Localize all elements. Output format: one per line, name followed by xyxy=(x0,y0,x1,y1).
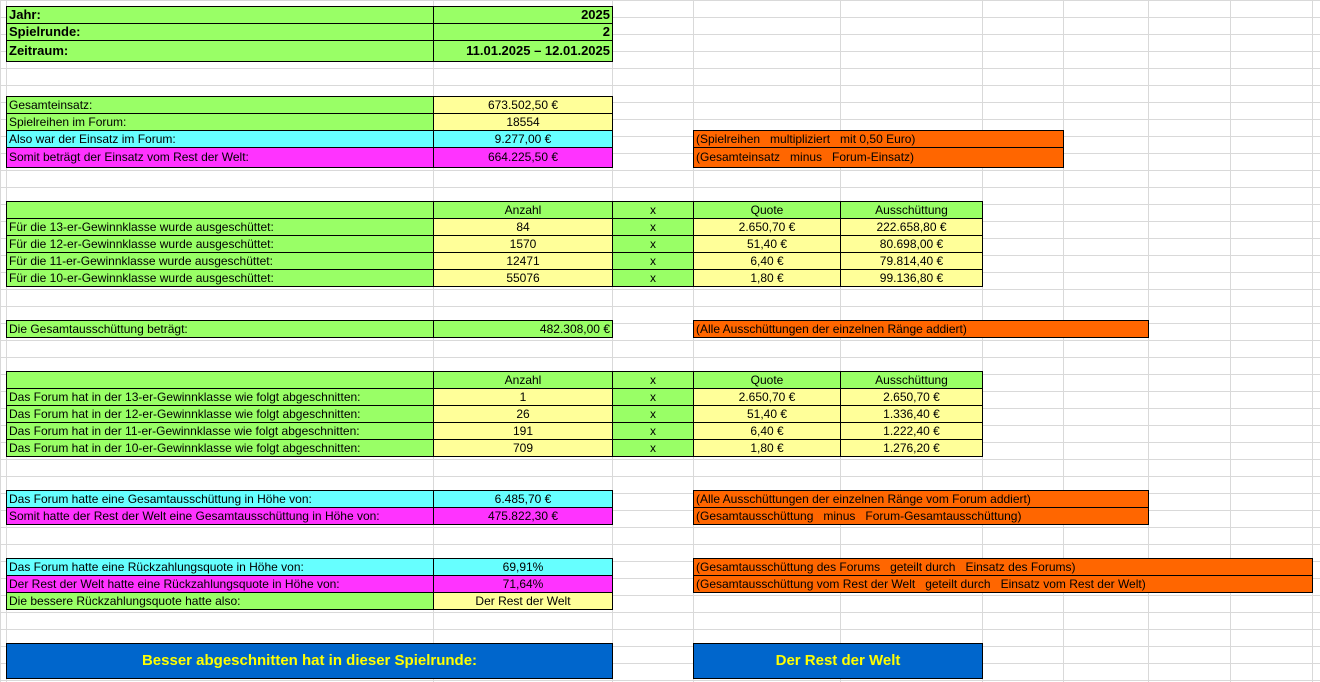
gesamt-row-10-aus[interactable]: 99.136,80 € xyxy=(840,269,983,287)
gesamteinsatz-value[interactable]: 673.502,50 € xyxy=(433,96,613,114)
result-label[interactable]: Besser abgeschnitten hat in dieser Spiel… xyxy=(6,643,613,679)
forum-gesamtaus-note[interactable]: (Alle Ausschüttungen der einzelnen Ränge… xyxy=(693,490,1149,508)
forum-row-11-aus[interactable]: 1.222,40 € xyxy=(840,422,983,440)
gesamt-row-12-quote[interactable]: 51,40 € xyxy=(693,235,841,253)
spielreihen-label[interactable]: Spielreihen im Forum: xyxy=(6,113,434,131)
forum-header-blank[interactable] xyxy=(6,371,434,389)
rest-quote-label[interactable]: Der Rest der Welt hatte eine Rückzahlung… xyxy=(6,575,434,593)
bessere-quote-value[interactable]: Der Rest der Welt xyxy=(433,592,613,610)
forum-header-x[interactable]: x xyxy=(612,371,694,389)
gesamt-header-blank[interactable] xyxy=(6,201,434,219)
rest-gesamtaus-note[interactable]: (Gesamtausschüttung minus Forum-Gesamtau… xyxy=(693,507,1149,525)
gesamteinsatz-label[interactable]: Gesamteinsatz: xyxy=(6,96,434,114)
gesamt-row-13-quote[interactable]: 2.650,70 € xyxy=(693,218,841,236)
rest-gesamtaus-value[interactable]: 475.822,30 € xyxy=(433,507,613,525)
forum-row-10-aus[interactable]: 1.276,20 € xyxy=(840,439,983,457)
forum-header-quote[interactable]: Quote xyxy=(693,371,841,389)
gesamt-row-11-label[interactable]: Für die 11-er-Gewinnklasse wurde ausgesc… xyxy=(6,252,434,270)
gesamt-row-13-aus[interactable]: 222.658,80 € xyxy=(840,218,983,236)
rest-quote-value[interactable]: 71,64% xyxy=(433,575,613,593)
gesamt-row-13-label[interactable]: Für die 13-er-Gewinnklasse wurde ausgesc… xyxy=(6,218,434,236)
einsatz-rest-value[interactable]: 664.225,50 € xyxy=(433,147,613,168)
spielrunde-label[interactable]: Spielrunde: xyxy=(6,23,434,41)
forum-row-12-quote[interactable]: 51,40 € xyxy=(693,405,841,423)
forum-row-11-x[interactable]: x xyxy=(612,422,694,440)
forum-gesamtaus-label[interactable]: Das Forum hatte eine Gesamtausschüttung … xyxy=(6,490,434,508)
forum-row-12-x[interactable]: x xyxy=(612,405,694,423)
forum-header-ausschuettung[interactable]: Ausschüttung xyxy=(840,371,983,389)
gesamt-row-11-aus[interactable]: 79.814,40 € xyxy=(840,252,983,270)
jahr-value[interactable]: 2025 xyxy=(433,6,613,24)
gesamt-row-12-label[interactable]: Für die 12-er-Gewinnklasse wurde ausgesc… xyxy=(6,235,434,253)
forum-row-12-anzahl[interactable]: 26 xyxy=(433,405,613,423)
gesamt-row-10-label[interactable]: Für die 10-er-Gewinnklasse wurde ausgesc… xyxy=(6,269,434,287)
forum-row-11-label[interactable]: Das Forum hat in der 11-er-Gewinnklasse … xyxy=(6,422,434,440)
forum-row-10-quote[interactable]: 1,80 € xyxy=(693,439,841,457)
zeitraum-label[interactable]: Zeitraum: xyxy=(6,40,434,62)
forum-quote-value[interactable]: 69,91% xyxy=(433,558,613,576)
rest-quote-note[interactable]: (Gesamtausschüttung vom Rest der Welt ge… xyxy=(693,575,1313,593)
forum-row-10-anzahl[interactable]: 709 xyxy=(433,439,613,457)
forum-header-anzahl[interactable]: Anzahl xyxy=(433,371,613,389)
bessere-quote-label[interactable]: Die bessere Rückzahlungsquote hatte also… xyxy=(6,592,434,610)
gesamtausschuettung-label[interactable]: Die Gesamtausschüttung beträgt: xyxy=(6,320,434,338)
forum-row-12-label[interactable]: Das Forum hat in der 12-er-Gewinnklasse … xyxy=(6,405,434,423)
forum-row-13-aus[interactable]: 2.650,70 € xyxy=(840,388,983,406)
forum-quote-label[interactable]: Das Forum hatte eine Rückzahlungsquote i… xyxy=(6,558,434,576)
gesamt-row-12-aus[interactable]: 80.698,00 € xyxy=(840,235,983,253)
gesamt-row-11-x[interactable]: x xyxy=(612,252,694,270)
forum-row-10-x[interactable]: x xyxy=(612,439,694,457)
gesamt-row-11-quote[interactable]: 6,40 € xyxy=(693,252,841,270)
gesamt-row-12-x[interactable]: x xyxy=(612,235,694,253)
jahr-label[interactable]: Jahr: xyxy=(6,6,434,24)
result-value[interactable]: Der Rest der Welt xyxy=(693,643,983,679)
gesamt-header-quote[interactable]: Quote xyxy=(693,201,841,219)
spielrunde-value[interactable]: 2 xyxy=(433,23,613,41)
forum-row-13-anzahl[interactable]: 1 xyxy=(433,388,613,406)
gesamt-row-10-anzahl[interactable]: 55076 xyxy=(433,269,613,287)
einsatz-rest-note[interactable]: (Gesamteinsatz minus Forum-Einsatz) xyxy=(693,147,1064,168)
gesamt-header-x[interactable]: x xyxy=(612,201,694,219)
gesamt-row-11-anzahl[interactable]: 12471 xyxy=(433,252,613,270)
spielreihen-value[interactable]: 18554 xyxy=(433,113,613,131)
einsatz-forum-value[interactable]: 9.277,00 € xyxy=(433,130,613,148)
gesamt-row-10-x[interactable]: x xyxy=(612,269,694,287)
gesamtausschuettung-value[interactable]: 482.308,00 € xyxy=(433,320,613,338)
forum-row-10-label[interactable]: Das Forum hat in der 10-er-Gewinnklasse … xyxy=(6,439,434,457)
forum-row-11-quote[interactable]: 6,40 € xyxy=(693,422,841,440)
forum-row-13-label[interactable]: Das Forum hat in der 13-er-Gewinnklasse … xyxy=(6,388,434,406)
forum-row-13-x[interactable]: x xyxy=(612,388,694,406)
gesamt-header-anzahl[interactable]: Anzahl xyxy=(433,201,613,219)
gesamt-row-12-anzahl[interactable]: 1570 xyxy=(433,235,613,253)
einsatz-forum-label[interactable]: Also war der Einsatz im Forum: xyxy=(6,130,434,148)
einsatz-forum-note[interactable]: (Spielreihen multipliziert mit 0,50 Euro… xyxy=(693,130,1064,148)
forum-row-12-aus[interactable]: 1.336,40 € xyxy=(840,405,983,423)
einsatz-rest-label[interactable]: Somit beträgt der Einsatz vom Rest der W… xyxy=(6,147,434,168)
gesamt-row-10-quote[interactable]: 1,80 € xyxy=(693,269,841,287)
forum-row-11-anzahl[interactable]: 191 xyxy=(433,422,613,440)
rest-gesamtaus-label[interactable]: Somit hatte der Rest der Welt eine Gesam… xyxy=(6,507,434,525)
gesamt-header-ausschuettung[interactable]: Ausschüttung xyxy=(840,201,983,219)
forum-row-13-quote[interactable]: 2.650,70 € xyxy=(693,388,841,406)
gesamtausschuettung-note[interactable]: (Alle Ausschüttungen der einzelnen Ränge… xyxy=(693,320,1149,338)
zeitraum-value[interactable]: 11.01.2025 – 12.01.2025 xyxy=(433,40,613,62)
gesamt-row-13-anzahl[interactable]: 84 xyxy=(433,218,613,236)
gesamt-row-13-x[interactable]: x xyxy=(612,218,694,236)
forum-gesamtaus-value[interactable]: 6.485,70 € xyxy=(433,490,613,508)
forum-quote-note[interactable]: (Gesamtausschüttung des Forums geteilt d… xyxy=(693,558,1313,576)
